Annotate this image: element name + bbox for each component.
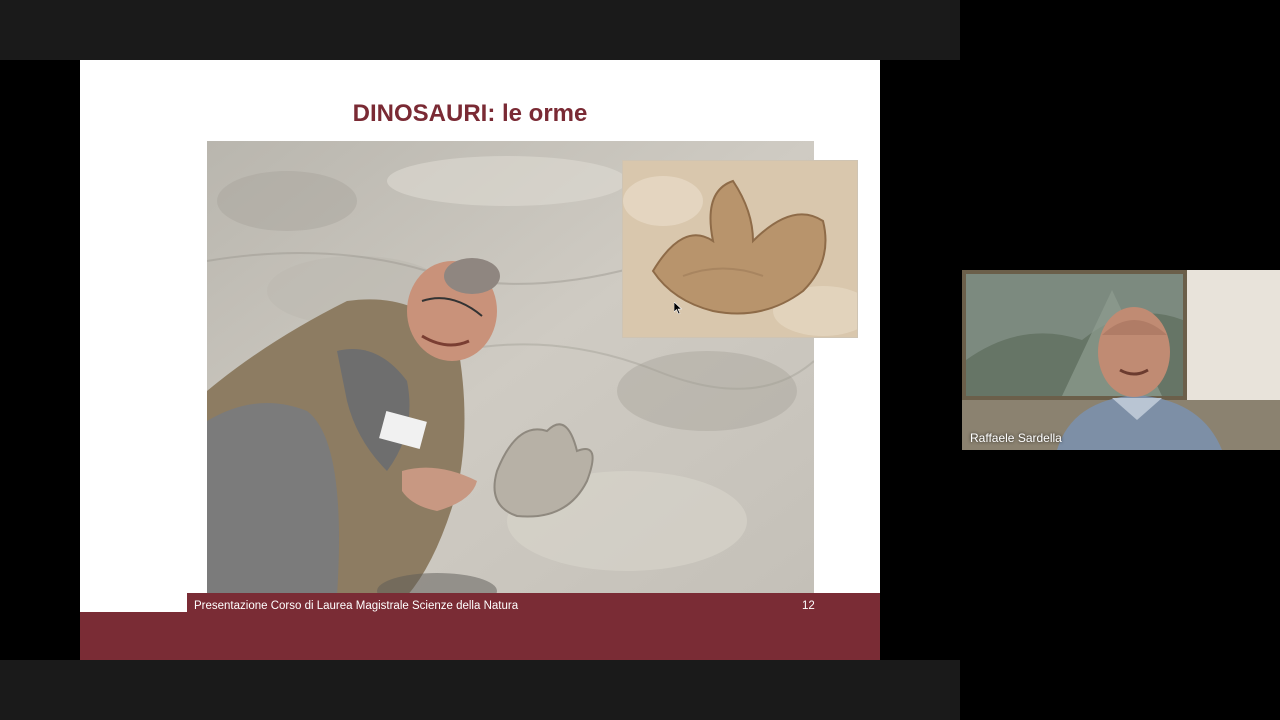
footer-band [80, 612, 880, 660]
inset-footprint-photo [622, 160, 858, 338]
participant-name-label: Raffaele Sardella [970, 431, 1062, 445]
screen-share-area: DINOSAURI: le orme Presentazione Corso d… [0, 0, 960, 720]
participant-video-tile[interactable]: Raffaele Sardella [962, 270, 1280, 450]
participant-video [962, 270, 1280, 450]
footer-course-text: Presentazione Corso di Laurea Magistrale… [194, 600, 519, 612]
bottom-letterbox [0, 660, 960, 720]
presentation-slide: DINOSAURI: le orme Presentazione Corso d… [80, 60, 880, 660]
footer-left-gap [80, 593, 187, 613]
slide-page-number: 12 [802, 600, 815, 612]
slide-title: DINOSAURI: le orme [352, 100, 588, 127]
top-letterbox [0, 0, 960, 60]
mouse-cursor-icon [674, 302, 682, 314]
